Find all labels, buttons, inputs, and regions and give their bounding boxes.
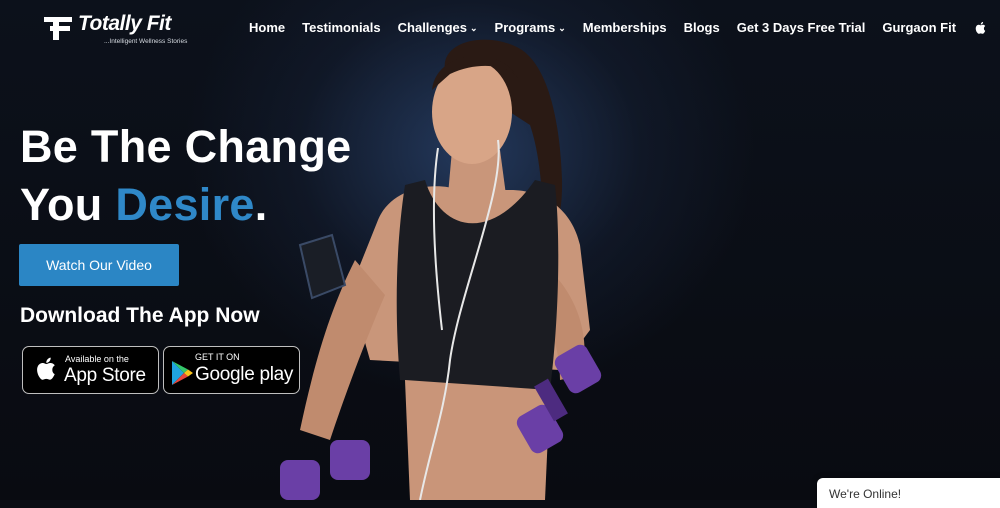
nav-challenges[interactable]: Challenges ⌄ [398,20,478,35]
apple-icon [37,357,55,380]
app-store-badge[interactable]: Available on the App Store [22,346,159,394]
nav-home[interactable]: Home [249,20,285,35]
nav-free-trial[interactable]: Get 3 Days Free Trial [737,20,866,35]
chat-status-text: We're Online! [829,487,902,501]
nav-testimonials[interactable]: Testimonials [302,20,381,35]
hero-headline-line2: You Desire. [20,176,351,234]
live-chat-widget[interactable]: We're Online! [817,478,1000,508]
hero-image-woman-with-dumbbells [260,30,660,500]
hero-headline-suffix: . [254,179,268,230]
chevron-down-icon: ⌄ [558,23,566,33]
nav-programs[interactable]: Programs ⌄ [495,20,566,35]
nav-memberships-label: Memberships [582,20,667,35]
hero-headline-line1: Be The Change [20,121,352,172]
hero-headline-accent: Desire [115,179,255,230]
nav-gurgaon-fit-label: Gurgaon Fit [882,20,957,35]
google-play-badge-small: GET IT ON [195,352,240,362]
navbar: Totally Fit ...Intelligent Wellness Stor… [0,0,1000,56]
hero-headline: Be The Change You Desire. [20,118,351,234]
nav-testimonials-label: Testimonials [302,20,381,35]
nav-menu: Home Testimonials Challenges ⌄ Programs ⌄ … [249,20,1000,35]
brand-tagline: ...Intelligent Wellness Stories [104,38,188,45]
watch-video-button[interactable]: Watch Our Video [19,244,179,286]
app-store-badge-big: App Store [64,365,146,386]
app-store-badge-small: Available on the [65,354,129,364]
nav-blogs[interactable]: Blogs [684,20,720,35]
nav-free-trial-label: Get 3 Days Free Trial [736,20,866,35]
nav-programs-label: Programs [494,20,556,35]
brand-logo[interactable]: Totally Fit ...Intelligent Wellness Stor… [44,11,204,47]
hero-headline-prefix: You [20,179,116,230]
nav-home-label: Home [249,20,286,35]
nav-blogs-label: Blogs [683,20,720,35]
google-play-icon [172,361,193,385]
logo-mark-icon [44,17,72,40]
nav-challenges-label: Challenges [397,20,467,35]
download-app-heading: Download The App Now [20,304,260,327]
google-play-badge[interactable]: GET IT ON Google play [163,346,300,394]
nav-gurgaon-fit[interactable]: Gurgaon Fit [882,20,956,35]
google-play-badge-big: Google play [195,364,294,385]
chevron-down-icon: ⌄ [470,23,478,33]
nav-apple-app[interactable] [973,21,987,35]
nav-memberships[interactable]: Memberships [583,20,667,35]
brand-name: Totally Fit [78,12,171,35]
apple-icon [975,21,986,34]
